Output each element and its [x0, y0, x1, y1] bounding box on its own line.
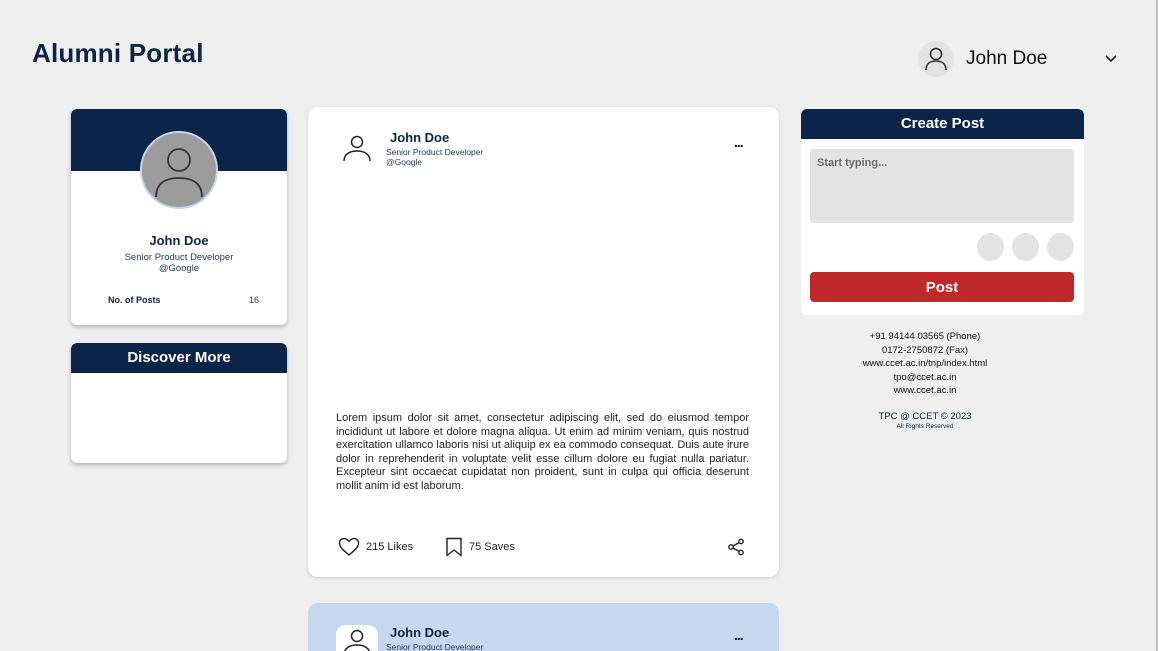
saves-count: 75 Saves	[469, 541, 515, 553]
user-icon	[925, 47, 947, 71]
user-name[interactable]: John Doe	[966, 48, 1096, 70]
post-author-name[interactable]: John Doe	[390, 130, 449, 145]
create-post-title: Create Post	[801, 109, 1084, 139]
post-card: John Doe Senior Product Developer @Googl…	[308, 107, 779, 577]
post-button[interactable]: Post	[810, 272, 1074, 302]
post-author-avatar[interactable]	[342, 133, 372, 168]
footer-phone: +91 94144 03565 (Phone)	[869, 331, 981, 342]
discover-more-card: Discover More	[71, 343, 287, 463]
profile-role: Senior Product Developer	[124, 252, 234, 263]
footer-link[interactable]: www.ccet.ac.in/tnp/index.html	[801, 357, 1049, 371]
post-author-role: Senior Product Developer	[386, 642, 484, 651]
chevron-down-icon[interactable]	[1104, 54, 1118, 64]
likes-count: 215 Likes	[366, 541, 414, 553]
attach-icon[interactable]	[977, 233, 1004, 261]
attach-icon[interactable]	[1047, 233, 1074, 261]
attach-icon[interactable]	[1012, 233, 1039, 261]
contact-footer: +91 94144 03565 (Phone) 0172-2750872 (Fa…	[801, 330, 1049, 430]
post-author-name[interactable]: John Doe	[390, 625, 449, 640]
more-options-icon[interactable]: ...	[734, 134, 744, 150]
user-avatar[interactable]	[918, 41, 954, 77]
app-title: Alumni Portal	[32, 38, 204, 68]
posts-count-label: No. of Posts	[108, 295, 161, 305]
profile-name: John Doe	[149, 233, 209, 248]
save-button[interactable]: 75 Saves	[445, 536, 515, 558]
footer-copyright: TPC @ CCET © 2023	[878, 410, 972, 422]
post-author-avatar[interactable]	[336, 625, 378, 651]
footer-link[interactable]: www.ccet.ac.in	[801, 384, 1049, 398]
more-options-icon[interactable]: ...	[734, 627, 744, 643]
post-author-role: Senior Product Developer	[386, 147, 484, 157]
profile-avatar[interactable]	[140, 131, 218, 209]
footer-email[interactable]: tpo@ccet.ac.in	[801, 371, 1049, 385]
profile-card: John Doe Senior Product Developer @Googl…	[71, 109, 287, 325]
post-body: Lorem ipsum dolor sit amet, consectetur …	[336, 412, 749, 492]
share-button[interactable]	[727, 536, 745, 558]
user-icon	[155, 148, 203, 198]
post-actions: 215 Likes 75 Saves	[338, 536, 753, 558]
posts-count-value: 16	[248, 295, 259, 305]
heart-icon	[338, 537, 360, 556]
profile-org: @Google	[158, 263, 200, 274]
user-icon	[344, 629, 370, 651]
share-icon	[728, 538, 744, 556]
like-button[interactable]: 215 Likes	[338, 536, 413, 558]
user-icon	[343, 135, 371, 162]
discover-more-title: Discover More	[71, 343, 287, 373]
user-menu[interactable]: John Doe	[918, 41, 1118, 77]
create-post-card: Create Post Post	[801, 109, 1084, 315]
footer-fax: 0172-2750872 (Fax)	[881, 344, 969, 356]
footer-rights: All Rights Reserved	[896, 422, 954, 430]
post-input[interactable]	[810, 149, 1074, 223]
bookmark-icon	[446, 537, 462, 557]
post-card: John Doe Senior Product Developer ...	[308, 603, 779, 651]
post-author-org: @Google	[386, 157, 423, 167]
